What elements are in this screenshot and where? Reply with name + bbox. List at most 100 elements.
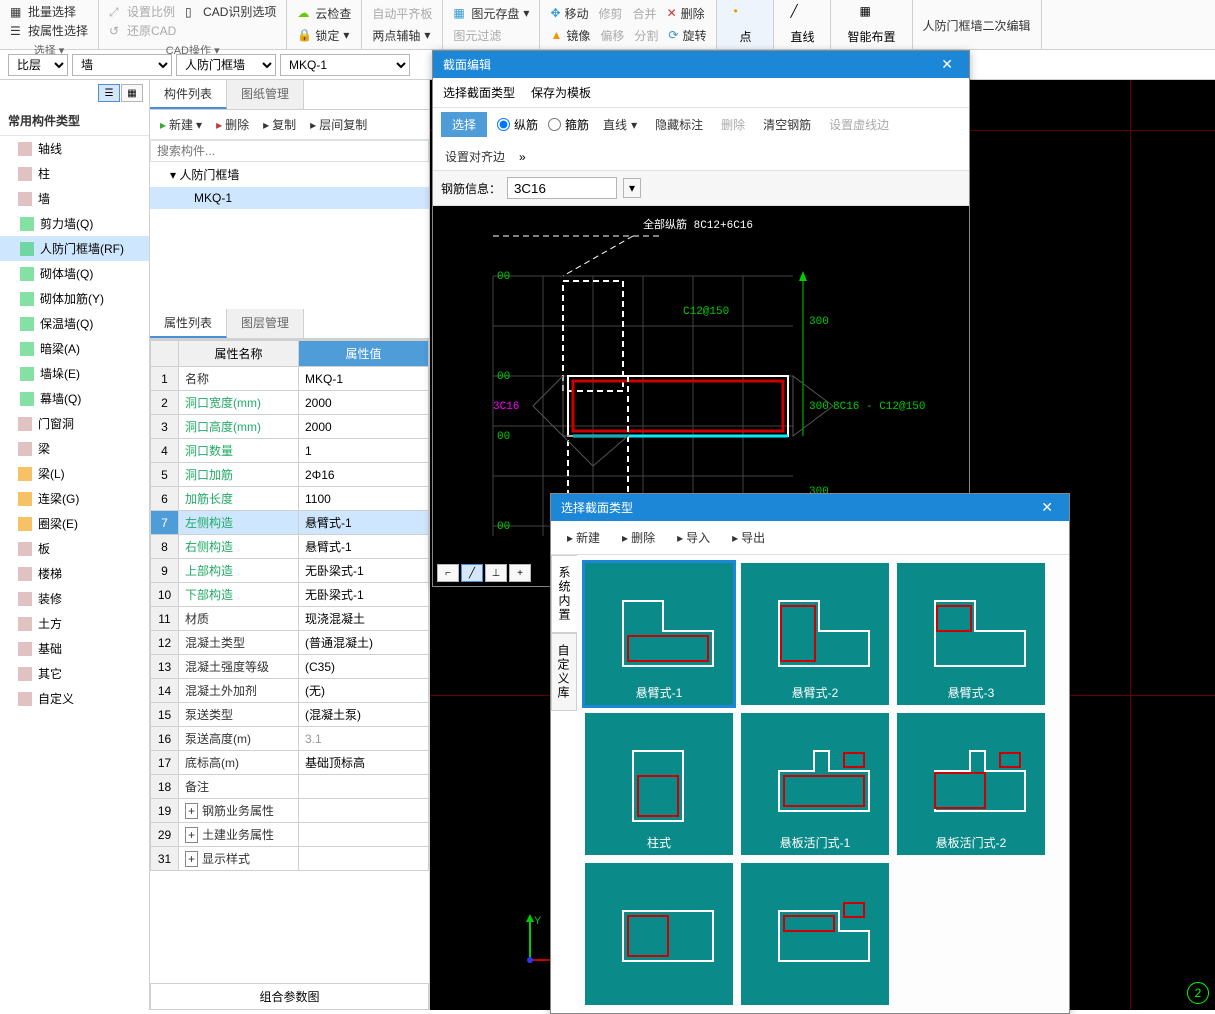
- lock-button[interactable]: 🔒锁定 ▾: [293, 26, 353, 45]
- property-row[interactable]: 15泵送类型(混凝土泵): [151, 703, 429, 727]
- property-row[interactable]: 7左侧构造悬臂式-1: [151, 511, 429, 535]
- property-row[interactable]: 31+显示样式: [151, 847, 429, 871]
- type-import-button[interactable]: ▸ 导入: [673, 527, 714, 548]
- snap-perp-icon[interactable]: ⊥: [485, 564, 507, 582]
- category-item[interactable]: 暗梁(A): [0, 336, 149, 361]
- search-input[interactable]: [150, 140, 429, 162]
- type-delete-button[interactable]: ▸ 删除: [618, 527, 659, 548]
- combo-param-button[interactable]: 组合参数图: [150, 983, 429, 1010]
- snap-line-icon[interactable]: ╱: [461, 564, 483, 582]
- category-item[interactable]: 保温墙(Q): [0, 311, 149, 336]
- tab-layer-manage[interactable]: 图层管理: [227, 309, 304, 338]
- floor-copy-button[interactable]: ▸层间复制: [306, 114, 371, 135]
- category-select[interactable]: 墙: [72, 54, 172, 76]
- tree-root[interactable]: ▾ 人防门框墙: [150, 162, 429, 187]
- new-component-button[interactable]: ▸新建 ▾: [156, 114, 206, 135]
- property-row[interactable]: 6加筋长度1100: [151, 487, 429, 511]
- category-item[interactable]: 人防门框墙(RF): [0, 236, 149, 261]
- property-row[interactable]: 3洞口高度(mm)2000: [151, 415, 429, 439]
- dropdown-icon[interactable]: ▾: [623, 178, 641, 198]
- category-item[interactable]: 装修: [0, 586, 149, 611]
- section-thumbnail[interactable]: 悬臂式-3: [897, 563, 1045, 705]
- layer-select[interactable]: 比层: [8, 54, 68, 76]
- save-view-button[interactable]: ▦图元存盘 ▾: [449, 4, 533, 23]
- category-item[interactable]: 剪力墙(Q): [0, 211, 149, 236]
- rotate-button[interactable]: ⟳旋转: [664, 26, 710, 45]
- property-row[interactable]: 12混凝土类型(普通混凝土): [151, 631, 429, 655]
- category-item[interactable]: 圈梁(E): [0, 511, 149, 536]
- category-item[interactable]: 砌体墙(Q): [0, 261, 149, 286]
- category-item[interactable]: 墙: [0, 186, 149, 211]
- section-thumbnail[interactable]: 悬板活门式-2: [897, 713, 1045, 855]
- menu-select-type[interactable]: 选择截面类型: [443, 84, 515, 101]
- side-tab-user[interactable]: 自定义库: [551, 633, 577, 711]
- category-item[interactable]: 板: [0, 536, 149, 561]
- property-row[interactable]: 11材质现浇混凝土: [151, 607, 429, 631]
- property-row[interactable]: 8右侧构造悬臂式-1: [151, 535, 429, 559]
- category-item[interactable]: 基础: [0, 636, 149, 661]
- property-row[interactable]: 18备注: [151, 775, 429, 799]
- hoop-radio[interactable]: 箍筋: [548, 116, 589, 133]
- type-export-button[interactable]: ▸ 导出: [728, 527, 769, 548]
- category-item[interactable]: 轴线: [0, 136, 149, 161]
- clear-rebar-button[interactable]: 清空钢筋: [759, 115, 815, 134]
- point-button[interactable]: •点: [723, 2, 767, 47]
- category-item[interactable]: 土方: [0, 611, 149, 636]
- batch-select-button[interactable]: ▦批量选择: [6, 2, 80, 21]
- close-icon[interactable]: ✕: [935, 56, 959, 73]
- property-row[interactable]: 10下部构造无卧梁式-1: [151, 583, 429, 607]
- snap-plus-icon[interactable]: +: [509, 564, 531, 582]
- section-thumbnail[interactable]: 悬臂式-1: [585, 563, 733, 705]
- type-select[interactable]: 人防门框墙: [176, 54, 276, 76]
- vbar-radio[interactable]: 纵筋: [497, 116, 538, 133]
- section-thumbnail[interactable]: [585, 863, 733, 1005]
- line-tool-button[interactable]: 直线 ▾: [599, 115, 641, 134]
- category-item[interactable]: 幕墙(Q): [0, 386, 149, 411]
- category-item[interactable]: 门窗洞: [0, 411, 149, 436]
- category-item[interactable]: 梁: [0, 436, 149, 461]
- mirror-button[interactable]: ▲镜像: [546, 26, 594, 45]
- side-tab-system[interactable]: 系统内置: [551, 555, 577, 633]
- property-row[interactable]: 2洞口宽度(mm)2000: [151, 391, 429, 415]
- smart-layout-button[interactable]: ▦智能布置: [837, 2, 905, 47]
- type-new-button[interactable]: ▸ 新建: [563, 527, 604, 548]
- copy-component-button[interactable]: ▸复制: [259, 114, 300, 135]
- secondary-edit-button[interactable]: 人防门框墙二次编辑: [919, 16, 1035, 35]
- category-item[interactable]: 其它: [0, 661, 149, 686]
- chevron-right-icon[interactable]: »: [519, 150, 526, 164]
- delete-button[interactable]: ✕删除: [663, 4, 709, 23]
- hide-annot-button[interactable]: 隐藏标注: [651, 115, 707, 134]
- select-mode-button[interactable]: 选择: [441, 112, 487, 137]
- property-row[interactable]: 17底标高(m)基础顶标高: [151, 751, 429, 775]
- view-toggle-grid[interactable]: ▦: [121, 84, 143, 102]
- property-row[interactable]: 5洞口加筋2Φ16: [151, 463, 429, 487]
- close-icon[interactable]: ✕: [1035, 499, 1059, 516]
- property-row[interactable]: 16泵送高度(m)3.1: [151, 727, 429, 751]
- set-align-button[interactable]: 设置对齐边: [441, 147, 509, 166]
- tab-property-list[interactable]: 属性列表: [150, 309, 227, 338]
- component-select[interactable]: MKQ-1: [280, 54, 410, 76]
- two-point-aux-button[interactable]: 两点辅轴 ▾: [368, 26, 434, 45]
- category-item[interactable]: 柱: [0, 161, 149, 186]
- tab-component-list[interactable]: 构件列表: [150, 80, 227, 109]
- category-item[interactable]: 梁(L): [0, 461, 149, 486]
- tab-drawing-manage[interactable]: 图纸管理: [227, 80, 304, 109]
- cad-recognize-button[interactable]: ▯CAD识别选项: [181, 2, 280, 21]
- move-button[interactable]: ✥移动: [546, 4, 592, 23]
- category-item[interactable]: 楼梯: [0, 561, 149, 586]
- property-row[interactable]: 13混凝土强度等级(C35): [151, 655, 429, 679]
- view-toggle-list[interactable]: ☰: [98, 84, 120, 102]
- section-thumbnail[interactable]: 悬臂式-2: [741, 563, 889, 705]
- menu-save-template[interactable]: 保存为模板: [531, 84, 591, 101]
- category-item[interactable]: 墙垛(E): [0, 361, 149, 386]
- by-attribute-select-button[interactable]: ☰按属性选择: [6, 21, 92, 40]
- category-item[interactable]: 砌体加筋(Y): [0, 286, 149, 311]
- section-thumbnail[interactable]: 柱式: [585, 713, 733, 855]
- category-item[interactable]: 自定义: [0, 686, 149, 711]
- property-row[interactable]: 19+钢筋业务属性: [151, 799, 429, 823]
- property-row[interactable]: 9上部构造无卧梁式-1: [151, 559, 429, 583]
- section-thumbnail[interactable]: 悬板活门式-1: [741, 713, 889, 855]
- tree-item-mkq1[interactable]: MKQ-1: [150, 187, 429, 209]
- snap-corner-icon[interactable]: ⌐: [437, 564, 459, 582]
- delete-component-button[interactable]: ▸删除: [212, 114, 253, 135]
